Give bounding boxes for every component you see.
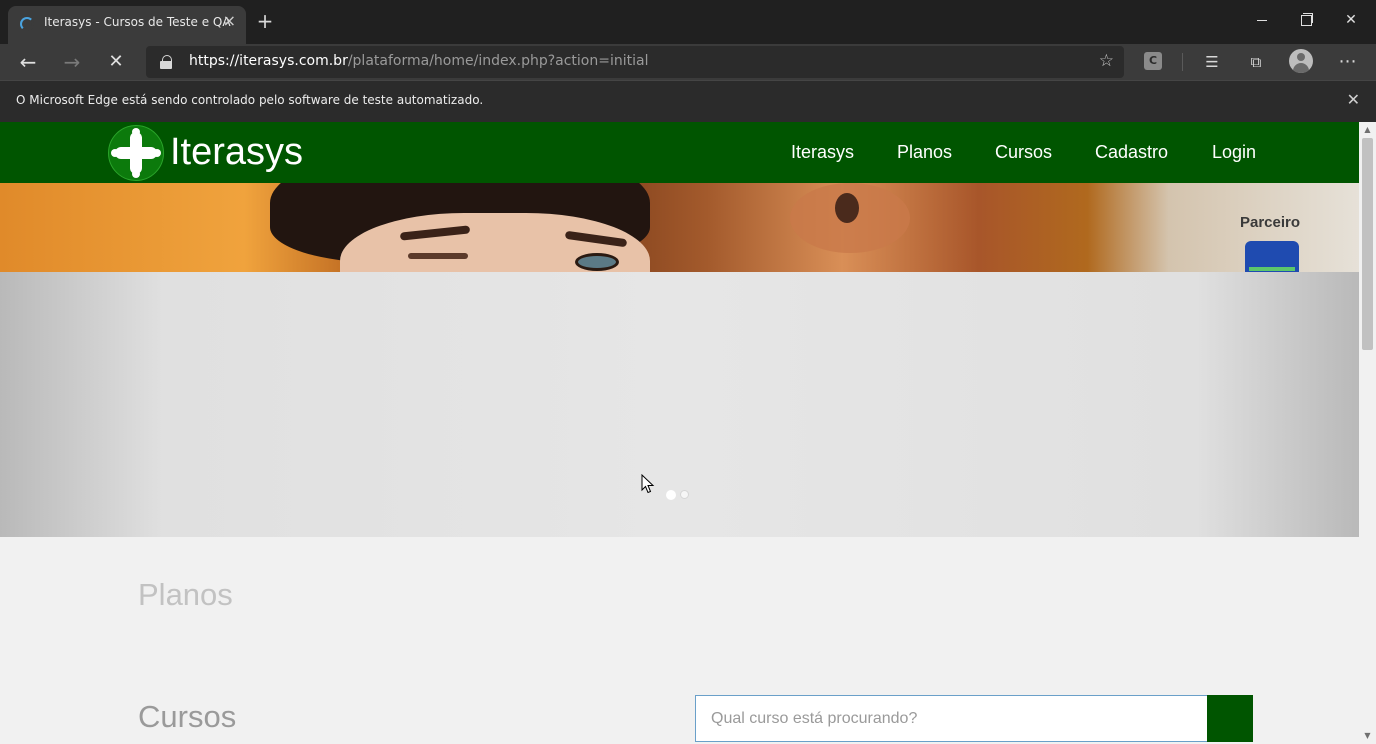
partner-label: Parceiro	[1240, 214, 1301, 231]
browser-toolbar: ← → ✕ https://iterasys.com.br/plataforma…	[0, 44, 1376, 80]
hero-carousel	[0, 272, 1359, 537]
favorite-star-icon[interactable]: ☆	[1099, 51, 1114, 71]
cursos-heading: Cursos	[138, 699, 237, 734]
course-search-input[interactable]	[695, 695, 1208, 742]
infobar-close-icon[interactable]: ✕	[1347, 90, 1360, 109]
lock-icon[interactable]	[160, 55, 172, 69]
site-logo-icon[interactable]	[108, 125, 164, 181]
carousel-dot-active[interactable]	[666, 490, 676, 500]
site-navbar: Iterasys Iterasys Planos Cursos Cadastro…	[0, 122, 1359, 183]
url-text[interactable]: https://iterasys.com.br/plataforma/home/…	[189, 53, 648, 69]
logo-dot	[132, 170, 140, 178]
tab-title: Iterasys - Cursos de Teste e QA	[44, 15, 231, 29]
course-search-button[interactable]	[1207, 695, 1253, 742]
menu-item-cadastro[interactable]: Cadastro	[1095, 142, 1168, 163]
automation-infobar: O Microsoft Edge está sendo controlado p…	[0, 80, 1376, 122]
site-logo-text[interactable]: Iterasys	[170, 131, 303, 174]
logo-dot	[132, 128, 140, 136]
url-path: /plataforma/home/index.php?action=initia…	[347, 53, 649, 69]
extension-icon[interactable]: C	[1144, 52, 1162, 70]
back-button[interactable]: ←	[14, 48, 42, 76]
url-host: https://iterasys.com.br	[189, 53, 348, 69]
menu-item-cursos[interactable]: Cursos	[995, 142, 1052, 163]
page-scrollbar[interactable]: ▲ ▼	[1359, 122, 1376, 744]
partner-logo[interactable]	[1245, 241, 1299, 272]
favorites-icon[interactable]: ☰	[1200, 50, 1224, 74]
browser-tabstrip: Iterasys - Cursos de Teste e QA × + ✕	[0, 0, 1376, 44]
minimize-button[interactable]	[1247, 8, 1277, 32]
toolbar-divider	[1182, 53, 1183, 71]
logo-cross-horizontal	[115, 147, 157, 159]
page-viewport: Iterasys Iterasys Planos Cursos Cadastro…	[0, 122, 1359, 744]
close-window-button[interactable]: ✕	[1336, 8, 1366, 32]
restore-button[interactable]	[1290, 8, 1320, 32]
browser-tab[interactable]: Iterasys - Cursos de Teste e QA ×	[8, 6, 246, 44]
carousel-dot[interactable]	[680, 490, 689, 499]
logo-dot	[153, 149, 161, 157]
scroll-up-arrow-icon[interactable]: ▲	[1363, 126, 1372, 134]
address-bar[interactable]: https://iterasys.com.br/plataforma/home/…	[146, 46, 1124, 78]
tab-close-icon[interactable]: ×	[223, 11, 236, 31]
hero-eye	[575, 253, 619, 271]
loading-spinner-icon	[20, 17, 34, 31]
stop-loading-button[interactable]: ✕	[102, 48, 130, 76]
menu-item-planos[interactable]: Planos	[897, 142, 952, 163]
forward-button[interactable]: →	[58, 48, 86, 76]
scroll-down-arrow-icon[interactable]: ▼	[1363, 732, 1372, 740]
menu-item-iterasys[interactable]: Iterasys	[791, 142, 854, 163]
hero-background-detail	[835, 193, 859, 223]
infobar-message: O Microsoft Edge está sendo controlado p…	[16, 93, 484, 107]
planos-heading: Planos	[138, 577, 233, 612]
logo-dot	[111, 149, 119, 157]
more-menu-icon[interactable]: ⋯	[1336, 50, 1360, 74]
profile-avatar-icon[interactable]	[1289, 49, 1313, 73]
scrollbar-thumb[interactable]	[1362, 138, 1373, 350]
new-tab-button[interactable]: +	[254, 10, 276, 32]
collections-icon[interactable]: ⧉	[1244, 50, 1268, 74]
menu-item-login[interactable]: Login	[1212, 142, 1256, 163]
hero-banner-image: Parceiro	[0, 183, 1359, 272]
hero-eyelid	[408, 253, 468, 259]
